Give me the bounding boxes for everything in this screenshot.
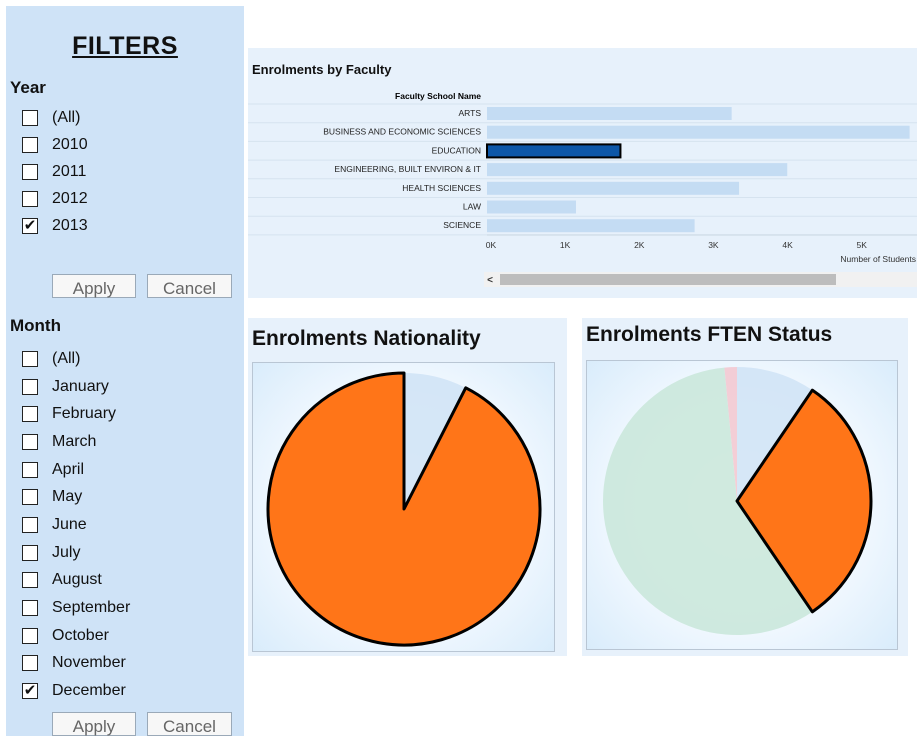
month-option-june[interactable]: June	[22, 511, 130, 539]
x-tick-label: 4K	[782, 240, 793, 250]
month-option-march[interactable]: March	[22, 428, 130, 456]
year-checkbox[interactable]	[22, 190, 38, 207]
month-option-february[interactable]: February	[22, 400, 130, 428]
year-options: (All) 2010 2011 2012 ✔ 2013	[22, 104, 88, 239]
month-option-label: May	[52, 488, 83, 506]
x-tick-label: 0K	[486, 240, 497, 250]
month-checkbox[interactable]	[22, 544, 38, 561]
nationality-pie-chart	[266, 371, 542, 647]
bar-health-sciences[interactable]	[487, 181, 740, 195]
x-axis-label: Number of Students	[840, 254, 916, 264]
year-checkbox[interactable]: ✔	[22, 217, 38, 234]
category-header: Faculty School Name	[395, 91, 481, 101]
year-checkbox[interactable]	[22, 109, 38, 126]
bar-engineering-built-environ-it[interactable]	[487, 163, 788, 177]
month-checkbox[interactable]	[22, 433, 38, 450]
month-option-september[interactable]: September	[22, 594, 130, 622]
month-option-july[interactable]: July	[22, 539, 130, 567]
category-label: ARTS	[458, 108, 481, 118]
month-checkbox[interactable]	[22, 655, 38, 672]
filters-title: FILTERS	[72, 32, 178, 60]
nationality-chart-panel: Enrolments Nationality	[248, 318, 567, 656]
bar-arts[interactable]	[487, 107, 732, 120]
nationality-chart-title: Enrolments Nationality	[252, 327, 481, 350]
year-option-2010[interactable]: 2010	[22, 131, 88, 158]
month-option-label: (All)	[52, 349, 81, 367]
scroll-left-icon[interactable]: <	[487, 275, 493, 286]
nationality-slice-selected[interactable]	[266, 371, 542, 647]
faculty-bar-chart: Faculty School Name ARTS BUSINESS AND ECON…	[248, 91, 917, 287]
category-label: LAW	[463, 202, 481, 212]
month-checkbox[interactable]	[22, 406, 38, 423]
year-option-2013[interactable]: ✔ 2013	[22, 212, 88, 239]
category-label: EDUCATION	[432, 145, 481, 155]
month-checkbox[interactable]	[22, 350, 38, 367]
month-checkbox[interactable]	[22, 627, 38, 644]
year-cancel-button[interactable]: Cancel	[147, 274, 232, 298]
bar-law[interactable]	[487, 200, 576, 214]
month-option-label: February	[52, 405, 117, 423]
month-checkbox[interactable]	[22, 461, 38, 478]
scrollbar-thumb[interactable]	[500, 274, 836, 285]
faculty-chart-panel: Enrolments by Faculty Faculty School Nam…	[248, 48, 917, 298]
x-tick-label: 1K	[560, 240, 571, 250]
month-option-january[interactable]: January	[22, 373, 130, 401]
month-option-label: September	[52, 599, 131, 617]
ften-chart-title: Enrolments FTEN Status	[586, 323, 833, 346]
month-option-november[interactable]: November	[22, 650, 130, 678]
month-option-label: August	[52, 571, 102, 589]
x-tick-label: 2K	[634, 240, 645, 250]
bar-education[interactable]	[486, 143, 622, 159]
year-option-label: 2012	[52, 189, 88, 207]
month-checkbox[interactable]: ✔	[22, 683, 38, 700]
year-option-label: 2013	[52, 216, 88, 234]
month-option-october[interactable]: October	[22, 622, 130, 650]
ften-pie-frame	[586, 360, 898, 650]
x-tick-label: 3K	[708, 240, 719, 250]
month-cancel-button[interactable]: Cancel	[147, 712, 232, 736]
year-apply-button[interactable]: Apply	[52, 274, 136, 298]
month-checkbox[interactable]	[22, 489, 38, 506]
month-option-label: April	[52, 460, 85, 478]
ften-pie-chart	[603, 367, 873, 635]
bar-business-and-economic-sciences[interactable]	[487, 125, 910, 139]
x-tick-label: 5K	[856, 240, 867, 250]
category-label: ENGINEERING, BUILT ENVIRON & IT	[334, 164, 481, 174]
year-option-2011[interactable]: 2011	[22, 158, 88, 185]
year-option-label: (All)	[52, 108, 81, 126]
month-option-august[interactable]: August	[22, 567, 130, 595]
month-filter-label: Month	[10, 316, 61, 335]
year-checkbox[interactable]	[22, 163, 38, 180]
category-label: SCIENCE	[443, 220, 481, 230]
ften-chart-panel: Enrolments FTEN Status	[582, 318, 908, 656]
month-option-may[interactable]: May	[22, 483, 130, 511]
month-option-label: March	[52, 432, 97, 450]
year-option-label: 2010	[52, 135, 88, 153]
month-option-december[interactable]: ✔ December	[22, 677, 130, 705]
year-checkbox[interactable]	[22, 136, 38, 153]
month-checkbox[interactable]	[22, 516, 38, 533]
month-option-april[interactable]: April	[22, 456, 130, 484]
filters-panel: FILTERS Year (All) 2010 2011 2012 ✔ 2013 Appl…	[6, 6, 244, 736]
month-checkbox[interactable]	[22, 378, 38, 395]
month-option-label: November	[52, 654, 126, 672]
month-option-label: October	[52, 626, 109, 644]
month-apply-button[interactable]: Apply	[52, 712, 136, 736]
month-option-label: January	[52, 377, 109, 395]
year-filter-label: Year	[10, 78, 46, 97]
month-option-label: December	[52, 682, 126, 700]
year-option-label: 2011	[52, 162, 87, 180]
nationality-pie-frame	[252, 362, 555, 652]
month-options: (All) January February March April May June Jul…	[22, 345, 130, 705]
year-option-all[interactable]: (All)	[22, 104, 88, 131]
month-checkbox[interactable]	[22, 600, 38, 617]
month-checkbox[interactable]	[22, 572, 38, 589]
month-option-all[interactable]: (All)	[22, 345, 130, 373]
category-label: HEALTH SCIENCES	[402, 183, 481, 193]
category-label: BUSINESS AND ECONOMIC SCIENCES	[323, 127, 481, 137]
bar-science[interactable]	[487, 219, 695, 233]
month-option-label: July	[52, 543, 81, 561]
year-option-2012[interactable]: 2012	[22, 185, 88, 212]
month-option-label: June	[52, 515, 87, 533]
